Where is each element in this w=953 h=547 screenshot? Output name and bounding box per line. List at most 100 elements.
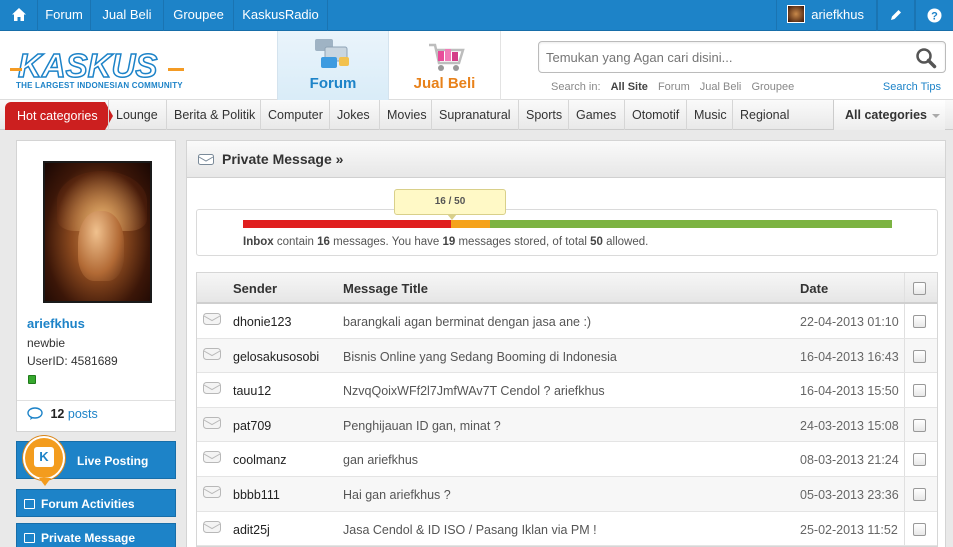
search-option-groupee[interactable]: Groupee (751, 81, 794, 93)
pm-header: Private Message » (187, 141, 945, 178)
search-option-allsite[interactable]: All Site (611, 81, 648, 93)
message-sender[interactable]: bbbb111 (233, 488, 280, 502)
category-computer[interactable]: Computer (260, 100, 330, 130)
quota-box: Inbox contain 16 messages. You have 19 m… (196, 209, 938, 256)
profile-username[interactable]: ariefkhus (27, 316, 85, 331)
category-berita-politik[interactable]: Berita & Politik (166, 100, 262, 130)
avatar[interactable] (43, 161, 152, 303)
message-title[interactable]: Jasa Cendol & ID ISO / Pasang Iklan via … (343, 523, 597, 537)
envelope-icon (203, 313, 221, 325)
message-checkbox[interactable] (913, 315, 926, 328)
help-button[interactable]: ? (915, 0, 953, 31)
posts-link[interactable]: 12 posts (27, 407, 98, 421)
column-divider (904, 511, 905, 546)
message-sender[interactable]: pat709 (233, 419, 271, 433)
user-menu[interactable]: ariefkhus (776, 0, 877, 31)
tab-jualbeli[interactable]: Jual Beli (389, 31, 501, 100)
hot-categories-tab[interactable]: Hot categories (5, 102, 113, 130)
topnav-item-jual-beli[interactable]: Jual Beli (91, 0, 164, 31)
forum-activities-button[interactable]: Forum Activities (16, 489, 176, 517)
site-header: KASKUS THE LARGEST INDONESIAN COMMUNITY … (0, 31, 953, 100)
envelope-icon (203, 382, 221, 395)
category-music[interactable]: Music (686, 100, 734, 130)
svg-text:?: ? (931, 11, 938, 23)
message-sender[interactable]: dhonie123 (233, 315, 291, 329)
user-avatar-small (787, 5, 806, 24)
live-posting-label: Live Posting (77, 454, 149, 468)
message-sender[interactable]: tauu12 (233, 384, 271, 398)
message-title[interactable]: Penghijauan ID gan, minat ? (343, 419, 501, 433)
live-posting-button[interactable]: K Live Posting (16, 436, 176, 486)
divider (17, 400, 175, 401)
topnav-item-groupee[interactable]: Groupee (164, 0, 234, 31)
search-option-forum[interactable]: Forum (658, 81, 690, 93)
message-sender[interactable]: gelosakusosobi (233, 350, 319, 364)
column-divider (904, 273, 905, 302)
category-supranatural[interactable]: Supranatural (431, 100, 518, 130)
message-sender[interactable]: coolmanz (233, 453, 287, 467)
quota-progress-bar (243, 220, 892, 228)
tab-forum[interactable]: Forum (277, 31, 389, 100)
category-movies[interactable]: Movies (379, 100, 434, 130)
quota-text-part: contain (273, 236, 318, 248)
tab-forum-label: Forum (309, 75, 357, 92)
private-message-label: Private Message (41, 531, 136, 545)
table-row[interactable]: dhonie123 barangkali agan berminat dengan… (197, 304, 937, 339)
page-title: Private Message » (222, 151, 344, 167)
table-row[interactable]: pat709 Penghijauan ID gan, minat ? 24-03-2… (197, 407, 937, 443)
quota-inbox-label: Inbox (243, 236, 274, 248)
category-jokes[interactable]: Jokes (329, 100, 377, 130)
message-checkbox[interactable] (913, 349, 926, 363)
category-lounge[interactable]: Lounge (108, 100, 165, 130)
category-bar: Hot categories Lounge Berita & Politik Com… (0, 100, 953, 130)
message-title[interactable]: NzvqQoixWFf2l7JmfWAv7T Cendol ? ariefkhu… (343, 384, 605, 398)
table-row[interactable]: bbbb111 Hai gan ariefkhus ? 05-03-2013 23:… (197, 476, 937, 512)
home-button[interactable] (0, 0, 38, 31)
message-date: 22-04-2013 01:10 (800, 315, 899, 329)
kaskus-badge-icon: K (23, 436, 65, 486)
search-box (538, 41, 946, 73)
message-title[interactable]: Hai gan ariefkhus ? (343, 488, 451, 502)
table-row[interactable]: coolmanz gan ariefkhus 08-03-2013 21:24 (197, 442, 937, 477)
message-title[interactable]: barangkali agan berminat dengan jasa ane… (343, 315, 591, 329)
profile-userid: UserID: 4581689 (27, 354, 118, 368)
category-regional[interactable]: Regional (732, 100, 796, 130)
pencil-icon (891, 10, 901, 20)
search-icon[interactable] (915, 47, 937, 69)
list-icon (24, 499, 35, 509)
message-checkbox[interactable] (913, 453, 926, 467)
private-message-button[interactable]: Private Message (16, 523, 176, 547)
message-title[interactable]: gan ariefkhus (343, 453, 418, 467)
edit-button[interactable] (877, 0, 915, 31)
category-otomotif[interactable]: Otomotif (624, 100, 686, 130)
search-tips-link[interactable]: Search Tips (883, 81, 941, 93)
table-row[interactable]: adit25j Jasa Cendol & ID ISO / Pasang Ikl… (197, 511, 937, 547)
quota-text-part: allowed. (602, 236, 649, 248)
table-header: Sender Message Title Date (197, 273, 937, 304)
search-input[interactable] (539, 42, 899, 72)
message-checkbox[interactable] (913, 384, 926, 398)
topbar-username: ariefkhus (811, 7, 864, 22)
column-title[interactable]: Message Title (343, 281, 428, 296)
message-date: 16-04-2013 16:43 (800, 349, 899, 364)
message-checkbox[interactable] (913, 522, 926, 536)
table-row[interactable]: gelosakusosobi Bisnis Online yang Sedang … (197, 338, 937, 374)
quota-text-part: messages stored, of total (455, 236, 591, 248)
message-checkbox[interactable] (913, 418, 926, 432)
topnav-item-kaskusradio[interactable]: KaskusRadio (234, 0, 328, 31)
category-sports[interactable]: Sports (518, 100, 569, 130)
column-date[interactable]: Date (800, 281, 828, 296)
pm-panel: Private Message » 16 / 50 Inbox contain … (186, 140, 946, 547)
message-sender[interactable]: adit25j (233, 523, 270, 537)
quota-total-count: 50 (590, 236, 603, 248)
message-title[interactable]: Bisnis Online yang Sedang Booming di Ind… (343, 350, 617, 364)
category-games[interactable]: Games (568, 100, 623, 130)
column-sender[interactable]: Sender (233, 281, 277, 296)
search-option-jualbeli[interactable]: Jual Beli (700, 81, 742, 93)
all-categories-dropdown[interactable]: All categories (833, 100, 945, 130)
message-checkbox[interactable] (913, 487, 926, 501)
kaskus-logo[interactable]: KASKUS THE LARGEST INDONESIAN COMMUNITY (8, 48, 188, 90)
select-all-checkbox[interactable] (913, 282, 926, 295)
table-row[interactable]: tauu12 NzvqQoixWFf2l7JmfWAv7T Cendol ? ar… (197, 373, 937, 408)
topnav-item-forum[interactable]: Forum (38, 0, 91, 31)
